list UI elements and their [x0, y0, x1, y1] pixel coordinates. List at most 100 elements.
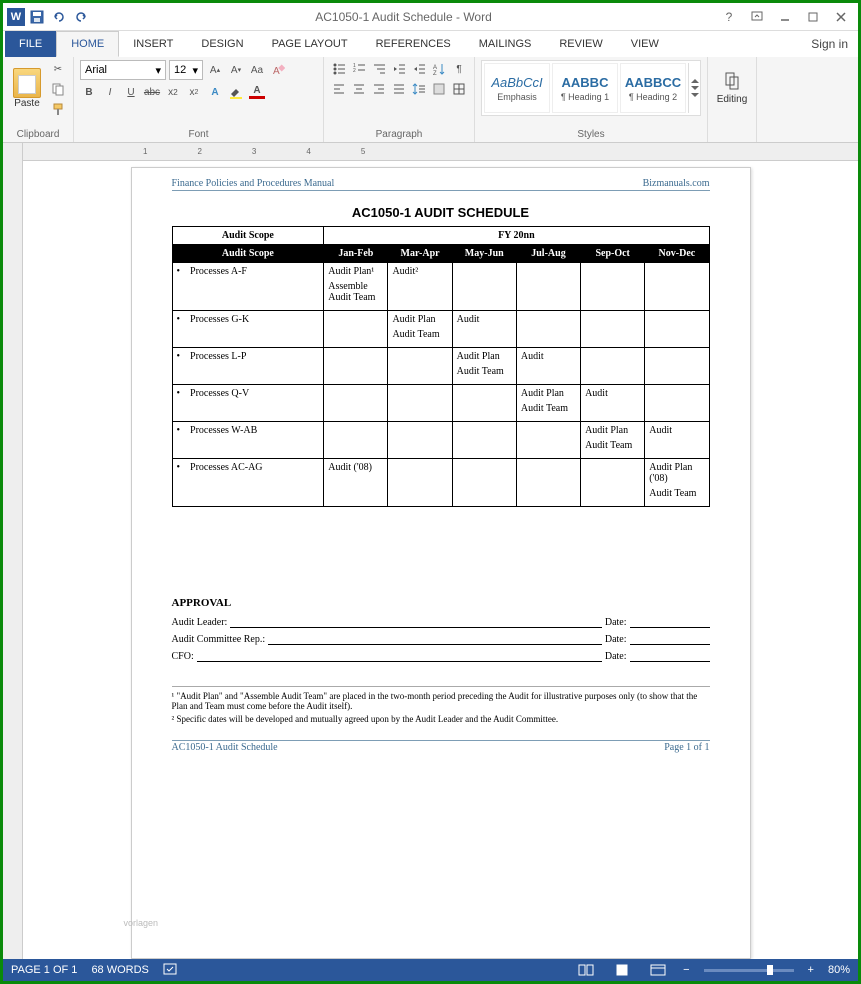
titlebar: W AC1050-1 Audit Schedule - Word ? [3, 3, 858, 31]
proofing-icon[interactable] [163, 962, 179, 979]
bullets-icon[interactable] [330, 60, 348, 78]
align-left-icon[interactable] [330, 80, 348, 98]
zoom-slider[interactable] [704, 969, 794, 972]
numbering-icon[interactable]: 12 [350, 60, 368, 78]
tab-design[interactable]: DESIGN [187, 31, 257, 57]
show-marks-icon[interactable]: ¶ [450, 60, 468, 78]
format-painter-icon[interactable] [49, 100, 67, 118]
group-styles: AaBbCcI Emphasis AABBC ¶ Heading 1 AABBC… [475, 57, 708, 142]
underline-button[interactable]: U [122, 83, 140, 101]
page-indicator[interactable]: PAGE 1 OF 1 [11, 964, 77, 976]
document-area: 12345 Finance Policies and Procedures Ma… [3, 143, 858, 959]
ribbon-options-icon[interactable] [744, 7, 770, 27]
tab-mailings[interactable]: MAILINGS [465, 31, 546, 57]
sort-icon[interactable]: AZ [430, 60, 448, 78]
svg-text:2: 2 [353, 68, 356, 74]
signin-link[interactable]: Sign in [801, 37, 858, 51]
document-page[interactable]: Finance Policies and Procedures Manual B… [131, 167, 751, 959]
read-mode-icon[interactable] [575, 962, 597, 978]
table-row: Processes A-FAudit Plan¹Assemble Audit T… [172, 263, 709, 311]
editing-button[interactable]: Editing [714, 60, 750, 116]
approval-section: APPROVAL Audit Leader:Date:Audit Committ… [172, 597, 710, 662]
help-icon[interactable]: ? [716, 7, 742, 27]
grow-font-icon[interactable]: A▴ [206, 61, 224, 79]
tab-references[interactable]: REFERENCES [362, 31, 465, 57]
decrease-indent-icon[interactable] [390, 60, 408, 78]
doc-header: Finance Policies and Procedures Manual B… [172, 178, 710, 191]
font-name-select[interactable]: Arial▾ [80, 60, 166, 80]
increase-indent-icon[interactable] [410, 60, 428, 78]
web-layout-icon[interactable] [647, 962, 669, 978]
table-row: Processes G-KAudit PlanAudit TeamAudit [172, 311, 709, 348]
doc-title: AC1050-1 AUDIT SCHEDULE [172, 205, 710, 220]
word-count[interactable]: 68 WORDS [91, 964, 148, 976]
styles-label: Styles [481, 128, 701, 141]
font-size-select[interactable]: 12▾ [169, 60, 203, 80]
align-center-icon[interactable] [350, 80, 368, 98]
highlight-icon[interactable] [227, 83, 245, 101]
align-right-icon[interactable] [370, 80, 388, 98]
vertical-ruler[interactable] [3, 143, 23, 959]
tab-page-layout[interactable]: PAGE LAYOUT [258, 31, 362, 57]
zoom-level[interactable]: 80% [828, 964, 850, 976]
signature-row: Audit Leader:Date: [172, 617, 710, 628]
table-row: Processes Q-VAudit PlanAudit TeamAudit [172, 385, 709, 422]
font-label: Font [80, 128, 317, 141]
save-icon[interactable] [27, 7, 47, 27]
line-spacing-icon[interactable] [410, 80, 428, 98]
style-emphasis[interactable]: AaBbCcI Emphasis [484, 63, 550, 113]
find-icon [722, 71, 742, 94]
maximize-icon[interactable] [800, 7, 826, 27]
subscript-button[interactable]: x2 [164, 83, 182, 101]
multilevel-icon[interactable] [370, 60, 388, 78]
paragraph-label: Paragraph [330, 128, 468, 141]
horizontal-ruler[interactable]: 12345 [23, 143, 858, 161]
shrink-font-icon[interactable]: A▾ [227, 61, 245, 79]
tab-insert[interactable]: INSERT [119, 31, 187, 57]
tab-view[interactable]: VIEW [617, 31, 673, 57]
minimize-icon[interactable] [772, 7, 798, 27]
zoom-in-button[interactable]: + [808, 964, 814, 976]
copy-icon[interactable] [49, 80, 67, 98]
style-heading2[interactable]: AABBCC ¶ Heading 2 [620, 63, 686, 113]
superscript-button[interactable]: x2 [185, 83, 203, 101]
table-row: Processes L-PAudit PlanAudit TeamAudit [172, 348, 709, 385]
borders-icon[interactable] [450, 80, 468, 98]
signature-row: Audit Committee Rep.:Date: [172, 634, 710, 645]
cut-icon[interactable]: ✂ [49, 60, 67, 78]
tab-review[interactable]: REVIEW [545, 31, 616, 57]
tab-home[interactable]: HOME [56, 31, 119, 57]
close-icon[interactable] [828, 7, 854, 27]
undo-icon[interactable] [49, 7, 69, 27]
shading-icon[interactable] [430, 80, 448, 98]
window-title: AC1050-1 Audit Schedule - Word [91, 10, 716, 24]
group-clipboard: Paste ✂ Clipboard [3, 57, 74, 142]
print-layout-icon[interactable] [611, 962, 633, 978]
change-case-icon[interactable]: Aa [248, 61, 266, 79]
signature-row: CFO:Date: [172, 651, 710, 662]
text-effects-icon[interactable]: A [206, 83, 224, 101]
app-word-icon: W [7, 8, 25, 26]
redo-icon[interactable] [71, 7, 91, 27]
footnotes: ¹ "Audit Plan" and "Assemble Audit Team"… [172, 686, 710, 724]
table-row: Processes AC-AGAudit ('08)Audit Plan ('0… [172, 459, 709, 507]
tab-file[interactable]: FILE [5, 31, 56, 57]
group-font: Arial▾ 12▾ A▴ A▾ Aa A B I U abc x2 x2 A … [74, 57, 324, 142]
watermark: vorlagen [124, 918, 159, 928]
styles-gallery[interactable]: AaBbCcI Emphasis AABBC ¶ Heading 1 AABBC… [481, 60, 701, 116]
clear-formatting-icon[interactable]: A [269, 61, 287, 79]
bold-button[interactable]: B [80, 83, 98, 101]
strikethrough-button[interactable]: abc [143, 83, 161, 101]
style-heading1[interactable]: AABBC ¶ Heading 1 [552, 63, 618, 113]
paste-button[interactable]: Paste [9, 60, 45, 116]
paste-label: Paste [14, 98, 40, 109]
zoom-out-button[interactable]: − [683, 964, 689, 976]
justify-icon[interactable] [390, 80, 408, 98]
doc-footer: AC1050-1 Audit Schedule Page 1 of 1 [172, 740, 710, 753]
styles-expand-icon[interactable] [688, 63, 698, 113]
italic-button[interactable]: I [101, 83, 119, 101]
audit-schedule-table: Audit ScopeFY 20nn Audit ScopeJan-FebMar… [172, 226, 710, 507]
statusbar: PAGE 1 OF 1 68 WORDS − + 80% [3, 959, 858, 981]
group-editing: Editing [708, 57, 757, 142]
font-color-icon[interactable]: A [248, 83, 266, 101]
